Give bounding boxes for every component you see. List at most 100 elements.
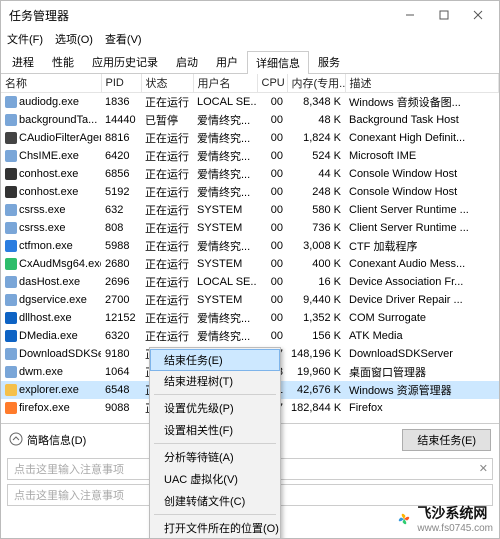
process-cpu: 00 xyxy=(257,165,287,183)
ctx-open-location[interactable]: 打开文件所在的位置(O) xyxy=(150,517,280,539)
ctx-set-priority[interactable]: 设置优先级(P) xyxy=(150,397,280,419)
process-mem: 736 K xyxy=(287,219,345,237)
ctx-set-affinity[interactable]: 设置相关性(F) xyxy=(150,419,280,441)
table-row[interactable]: CAudioFilterAgen...8816正在运行爱情终究...001,82… xyxy=(1,129,499,147)
minimize-button[interactable] xyxy=(393,1,427,29)
process-icon xyxy=(5,276,17,288)
process-name: csrss.exe xyxy=(19,204,65,216)
watermark: 飞沙系统网 www.fs0745.com xyxy=(395,503,493,534)
table-row[interactable]: CxAudMsg64.exe2680正在运行SYSTEM00400 KConex… xyxy=(1,255,499,273)
menu-options[interactable]: 选项(O) xyxy=(55,31,93,47)
tab-users[interactable]: 用户 xyxy=(207,50,247,73)
process-icon xyxy=(5,186,17,198)
process-status: 正在运行 xyxy=(141,183,193,201)
close-button[interactable] xyxy=(461,1,495,29)
process-name: explorer.exe xyxy=(19,384,79,396)
tab-services[interactable]: 服务 xyxy=(309,50,349,73)
process-cpu: 00 xyxy=(257,111,287,129)
process-icon xyxy=(5,204,17,216)
tab-details[interactable]: 详细信息 xyxy=(247,51,309,74)
process-desc: ATK Media xyxy=(345,327,499,345)
process-icon xyxy=(5,366,17,378)
process-pid: 6320 xyxy=(101,327,141,345)
table-row[interactable]: csrss.exe808正在运行SYSTEM00736 KClient Serv… xyxy=(1,219,499,237)
tabbar: 进程 性能 应用历史记录 启动 用户 详细信息 服务 xyxy=(1,49,499,74)
tab-startup[interactable]: 启动 xyxy=(167,50,207,73)
ctx-create-dump[interactable]: 创建转储文件(C) xyxy=(150,490,280,512)
process-pid: 6856 xyxy=(101,165,141,183)
process-user: SYSTEM xyxy=(193,219,257,237)
menu-file[interactable]: 文件(F) xyxy=(7,31,43,47)
process-pid: 5988 xyxy=(101,237,141,255)
chevron-up-icon xyxy=(9,432,23,449)
process-pid: 12152 xyxy=(101,309,141,327)
process-icon xyxy=(5,150,17,162)
table-row[interactable]: conhost.exe6856正在运行爱情终究...0044 KConsole … xyxy=(1,165,499,183)
process-user: 爱情终究... xyxy=(193,183,257,201)
process-pid: 8816 xyxy=(101,129,141,147)
process-icon xyxy=(5,384,17,396)
process-name: dgservice.exe xyxy=(19,294,87,306)
ctx-uac-virt[interactable]: UAC 虚拟化(V) xyxy=(150,468,280,490)
table-row[interactable]: conhost.exe5192正在运行爱情终究...00248 KConsole… xyxy=(1,183,499,201)
process-user: LOCAL SE... xyxy=(193,93,257,112)
process-desc: Background Task Host xyxy=(345,111,499,129)
col-pid[interactable]: PID xyxy=(101,74,141,93)
process-pid: 1836 xyxy=(101,93,141,112)
process-mem: 248 K xyxy=(287,183,345,201)
table-row[interactable]: ChsIME.exe6420正在运行爱情终究...00524 KMicrosof… xyxy=(1,147,499,165)
process-name: DMedia.exe xyxy=(19,330,78,342)
ctx-analyze-wait[interactable]: 分析等待链(A) xyxy=(150,446,280,468)
close-icon[interactable]: ✕ xyxy=(479,462,488,475)
tab-processes[interactable]: 进程 xyxy=(3,50,43,73)
process-cpu: 00 xyxy=(257,93,287,112)
process-pid: 5192 xyxy=(101,183,141,201)
col-name[interactable]: 名称 xyxy=(1,74,101,93)
menu-view[interactable]: 查看(V) xyxy=(105,31,142,47)
process-status: 已暂停 xyxy=(141,111,193,129)
col-status[interactable]: 状态 xyxy=(141,74,193,93)
end-task-button[interactable]: 结束任务(E) xyxy=(402,429,491,451)
process-icon xyxy=(5,240,17,252)
process-user: 爱情终究... xyxy=(193,237,257,255)
table-row[interactable]: DMedia.exe6320正在运行爱情终究...00156 KATK Medi… xyxy=(1,327,499,345)
maximize-button[interactable] xyxy=(427,1,461,29)
ctx-end-task[interactable]: 结束任务(E) xyxy=(150,349,280,371)
table-row[interactable]: dgservice.exe2700正在运行SYSTEM009,440 KDevi… xyxy=(1,291,499,309)
col-mem[interactable]: 内存(专用... xyxy=(287,74,345,93)
process-pid: 6548 xyxy=(101,381,141,399)
process-name: dasHost.exe xyxy=(19,276,80,288)
process-pid: 14440 xyxy=(101,111,141,129)
process-pid: 808 xyxy=(101,219,141,237)
process-mem: 3,008 K xyxy=(287,237,345,255)
process-user: SYSTEM xyxy=(193,291,257,309)
table-row[interactable]: dllhost.exe12152正在运行爱情终究...001,352 KCOM … xyxy=(1,309,499,327)
table-row[interactable]: backgroundTa...14440已暂停爱情终究...0048 KBack… xyxy=(1,111,499,129)
process-desc: Firefox xyxy=(345,399,499,417)
process-mem: 182,844 K xyxy=(287,399,345,417)
menubar: 文件(F) 选项(O) 查看(V) xyxy=(1,29,499,49)
process-user: 爱情终究... xyxy=(193,165,257,183)
tab-apphistory[interactable]: 应用历史记录 xyxy=(83,50,167,73)
tab-performance[interactable]: 性能 xyxy=(43,50,83,73)
process-user: SYSTEM xyxy=(193,255,257,273)
process-mem: 9,440 K xyxy=(287,291,345,309)
col-desc[interactable]: 描述 xyxy=(345,74,499,93)
process-status: 正在运行 xyxy=(141,255,193,273)
process-desc: Device Driver Repair ... xyxy=(345,291,499,309)
table-row[interactable]: audiodg.exe1836正在运行LOCAL SE...008,348 KW… xyxy=(1,93,499,112)
col-cpu[interactable]: CPU xyxy=(257,74,287,93)
process-cpu: 00 xyxy=(257,237,287,255)
table-row[interactable]: ctfmon.exe5988正在运行爱情终究...003,008 KCTF 加载… xyxy=(1,237,499,255)
table-row[interactable]: dasHost.exe2696正在运行LOCAL SE...0016 KDevi… xyxy=(1,273,499,291)
table-row[interactable]: csrss.exe632正在运行SYSTEM00580 KClient Serv… xyxy=(1,201,499,219)
col-user[interactable]: 用户名 xyxy=(193,74,257,93)
process-status: 正在运行 xyxy=(141,129,193,147)
process-icon xyxy=(5,312,17,324)
ctx-end-tree[interactable]: 结束进程树(T) xyxy=(150,370,280,392)
process-desc: Conexant Audio Mess... xyxy=(345,255,499,273)
process-mem: 48 K xyxy=(287,111,345,129)
process-cpu: 00 xyxy=(257,291,287,309)
fewer-details[interactable]: 简略信息(D) xyxy=(9,432,86,449)
process-desc: Client Server Runtime ... xyxy=(345,219,499,237)
